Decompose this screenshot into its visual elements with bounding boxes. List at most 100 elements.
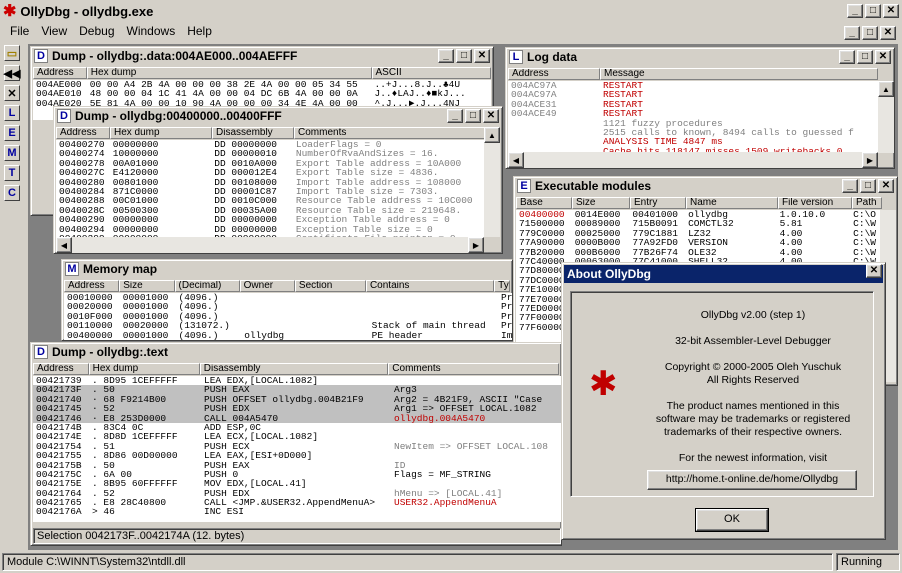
col-hex[interactable]: Hex dump (86, 67, 372, 79)
memory-map-button[interactable]: M (4, 145, 20, 161)
scroll-right-icon[interactable]: ▶ (468, 237, 484, 253)
col-comments[interactable]: Comments (294, 127, 486, 139)
table-row[interactable]: 00400280 00801000 DD 00108000 Import Table … (56, 178, 484, 187)
table-row[interactable]: 00421746 · E8 253D0000 CALL 004A5470 ollydb… (33, 413, 561, 423)
table-row[interactable]: 00020000 00001000 (4096.) Pr (64, 302, 512, 311)
mdi-close-button[interactable]: ✕ (880, 26, 896, 40)
threads-button[interactable]: T (4, 165, 20, 181)
table-row[interactable]: 004AC97A RESTART (508, 81, 878, 90)
table-row[interactable]: 0042176A > 46 INC ESI (33, 507, 561, 516)
col-section[interactable]: Section (294, 280, 366, 292)
memory-map-window[interactable]: M Memory map Address Size (Decimal) Owner… (61, 259, 513, 341)
table-row[interactable]: 00400274 10000000 DD 00000010 NumberOfRvaAn… (56, 149, 484, 158)
table-row[interactable]: 00400290 00000000 DD 00000000 Exception Tab… (56, 215, 484, 224)
dump-header-body[interactable]: 00400270 00000000 DD 00000000 LoaderFlags =… (56, 140, 484, 237)
col-address[interactable]: Address (64, 280, 120, 292)
executable-modules-button[interactable]: E (4, 125, 20, 141)
log-scrollbar[interactable]: ▲ (878, 81, 894, 153)
table-row[interactable]: 1121 fuzzy procedures (508, 119, 878, 128)
col-path[interactable]: Path (852, 197, 882, 209)
col-contains[interactable]: Contains (365, 280, 495, 292)
table-row[interactable]: 004AC97A RESTART (508, 90, 878, 99)
table-row[interactable]: 779C0000 00025000 779C1881 LZ32 4.00 C:\W (516, 229, 880, 238)
dump-header-window[interactable]: D Dump - ollydbg:00400000..00400FFF _ □ ✕ A… (53, 106, 503, 254)
table-row[interactable]: 0042174E . 8D8D 1CEFFFFF LEA ECX,[LOCAL.10… (33, 432, 561, 441)
menu-help[interactable]: Help (187, 24, 212, 42)
scroll-up-icon[interactable]: ▲ (878, 81, 894, 97)
table-row[interactable]: 77A90000 0000B000 77A92FD0 VERSION 4.00 C:\W (516, 238, 880, 247)
maximize-button[interactable]: □ (465, 109, 481, 123)
scroll-left-icon[interactable]: ◀ (508, 152, 524, 168)
close-icon[interactable]: ✕ (4, 85, 20, 101)
col-message[interactable]: Message (600, 68, 878, 80)
minimize-button[interactable]: _ (447, 109, 463, 123)
col-entry[interactable]: Entry (630, 197, 686, 209)
minimize-button[interactable]: _ (847, 4, 863, 18)
log-window-button[interactable]: L (4, 105, 20, 121)
menu-debug[interactable]: Debug (79, 24, 114, 42)
maximize-button[interactable]: □ (860, 179, 876, 193)
table-row[interactable]: 00400270 00000000 DD 00000000 LoaderFlags =… (56, 140, 484, 149)
homepage-link-button[interactable]: http://home.t-online.de/home/Ollydbg (647, 470, 857, 490)
ok-button[interactable]: OK (695, 508, 769, 532)
table-row[interactable]: 0010F000 00001000 (4096.) Pr (64, 312, 512, 321)
table-row[interactable]: 00400000 00001000 (4096.) ollydbg PE header I… (64, 331, 512, 340)
col-file-version[interactable]: File version (778, 197, 852, 209)
table-row[interactable]: 00110000 00020000 (131072.) Stack of main t… (64, 321, 512, 330)
table-row[interactable]: 00400000 0014E000 00401000 ollydbg 1.0.10.0 C… (516, 210, 880, 219)
cpu-button[interactable]: C (4, 185, 20, 201)
col-owner[interactable]: Owner (239, 280, 295, 292)
minimize-button[interactable]: _ (438, 49, 454, 63)
log-body[interactable]: 004AC97A RESTART 004AC97A RESTART 004ACE31 RE… (508, 81, 878, 153)
col-ascii[interactable]: ASCII (371, 67, 491, 79)
mdi-minimize-button[interactable]: _ (844, 26, 860, 40)
dump-header-hscrollbar[interactable]: ◀ ▶ (56, 237, 484, 253)
menu-view[interactable]: View (41, 24, 67, 42)
col-comments[interactable]: Comments (388, 363, 559, 375)
close-button[interactable]: ✕ (875, 50, 891, 64)
minimize-button[interactable]: _ (839, 50, 855, 64)
table-row[interactable]: 0042175C . 6A 00 PUSH 0 Flags = MF_STRING (33, 470, 561, 479)
table-row[interactable]: 2515 calls to known, 8494 calls to guess… (508, 128, 878, 137)
table-row[interactable]: 00421745 · 52 PUSH EDX Arg1 => OFFSET LOCAL… (33, 404, 561, 414)
col-disassembly[interactable]: Disassembly (212, 127, 294, 139)
table-row[interactable]: 0042175E . 8B95 60FFFFFF MOV EDX,[LOCAL.41… (33, 479, 561, 488)
table-row[interactable]: 0040028C 00500300 DD 00035A00 Resource Tabl… (56, 206, 484, 215)
table-row[interactable]: 77B20000 000B6000 77B26F74 OLE32 4.00 C:\W (516, 248, 880, 257)
about-close-button[interactable]: ✕ (866, 264, 882, 278)
mdi-restore-button[interactable]: □ (862, 26, 878, 40)
col-hex[interactable]: Hex dump (88, 363, 200, 375)
maximize-button[interactable]: □ (456, 49, 472, 63)
dump-text-window[interactable]: D Dump - ollydbg:.text Address Hex dump D… (30, 342, 562, 546)
open-icon[interactable]: ▭ (4, 45, 20, 61)
col-base[interactable]: Base (516, 197, 572, 209)
col-decimal[interactable]: (Decimal) (174, 280, 240, 292)
col-disassembly[interactable]: Disassembly (199, 363, 389, 375)
rewind-icon[interactable]: ◀◀ (4, 65, 20, 81)
memory-map-body[interactable]: 00010000 00001000 (4096.) Pr 00020000 0000100… (64, 293, 512, 340)
table-row[interactable]: 004ACE31 RESTART (508, 100, 878, 109)
col-size[interactable]: Size (119, 280, 175, 292)
maximize-button[interactable]: □ (857, 50, 873, 64)
table-row[interactable]: 00421739 . 8D95 1CEFFFFF LEA EDX,[LOCAL.10… (33, 376, 561, 385)
table-row[interactable]: 004ACE49 RESTART (508, 109, 878, 118)
table-row[interactable]: 0042173F . 50 PUSH EAX Arg3 (33, 385, 561, 395)
dump-text-body[interactable]: 00421739 . 8D95 1CEFFFFF LEA EDX,[LOCAL.10… (33, 376, 561, 522)
col-address[interactable]: Address (56, 127, 110, 139)
table-row[interactable]: 00400284 871C0000 DD 00001C87 Import Table … (56, 187, 484, 196)
col-hex[interactable]: Hex dump (110, 127, 212, 139)
close-button[interactable]: ✕ (883, 4, 899, 18)
table-row[interactable]: 00421765 . E8 28C40800 CALL <JMP.&USER32.A… (33, 498, 561, 507)
table-row[interactable]: 00400278 00A01000 DD 0010A000 Export Table … (56, 159, 484, 168)
scroll-up-icon[interactable]: ▲ (484, 127, 500, 143)
col-size[interactable]: Size (572, 197, 630, 209)
close-button[interactable]: ✕ (878, 179, 894, 193)
table-row[interactable]: 71500000 00089000 715B0091 COMCTL32 5.81 C:\W (516, 219, 880, 228)
table-row[interactable]: 0040027C E4120000 DD 000012E4 Export Table … (56, 168, 484, 177)
menu-file[interactable]: File (10, 24, 29, 42)
log-window[interactable]: L Log data _ □ ✕ Address Message 004AC97A RE… (505, 47, 895, 169)
table-row[interactable]: 004AE010 48 00 00 04 1C 41 4A 00 00 04 DC… (33, 89, 491, 98)
table-row[interactable]: ANALYSIS TIME 4847 ms (508, 137, 878, 146)
dump-header-scrollbar[interactable]: ▲ (484, 127, 500, 237)
menu-windows[interactable]: Windows (127, 24, 176, 42)
